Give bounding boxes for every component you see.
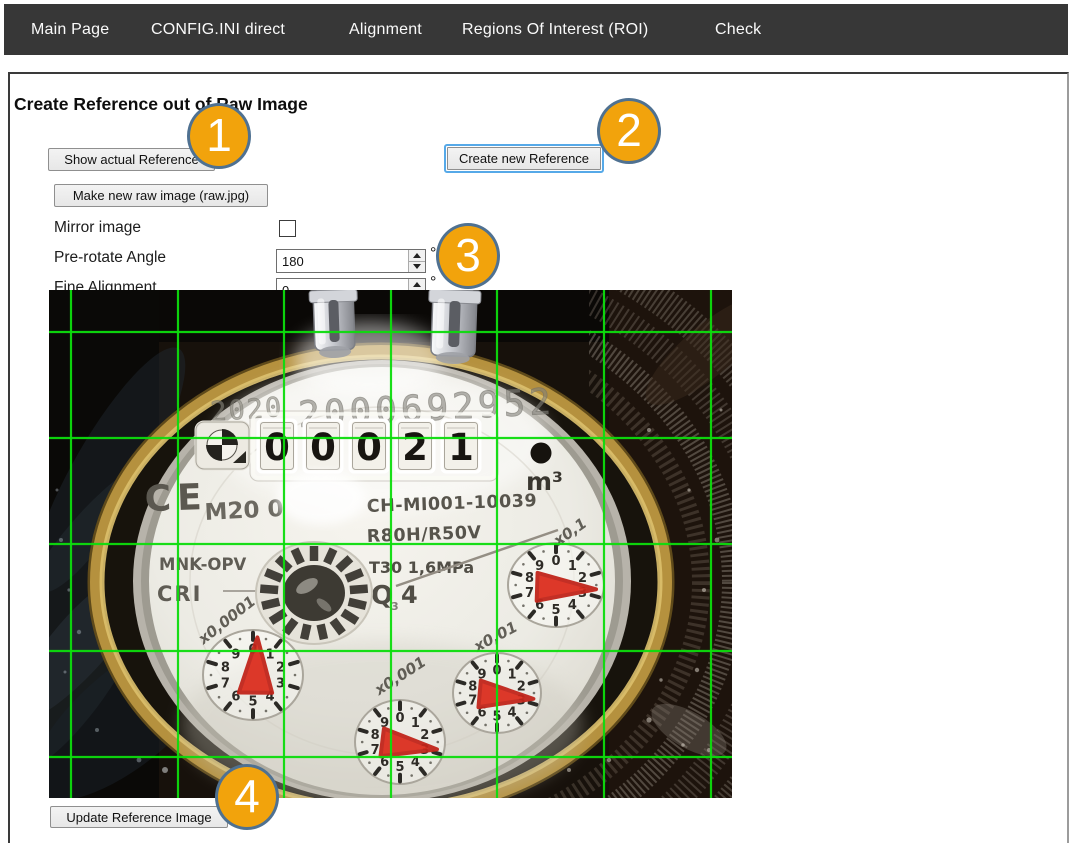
flow-sub: 3 (391, 600, 399, 613)
prerotate-spin-up-button[interactable] (409, 250, 425, 261)
top-nav: Main Page CONFIG.INI direct Alignment Re… (4, 4, 1068, 55)
callout-3: 3 (436, 223, 500, 289)
clip-left (309, 290, 359, 359)
prerotate-angle-label: Pre-rotate Angle (54, 249, 166, 267)
svg-text:8: 8 (371, 728, 380, 743)
nav-main-page[interactable]: Main Page (31, 21, 109, 39)
clip-right (427, 290, 482, 365)
update-reference-image-button[interactable]: Update Reference Image (50, 806, 228, 828)
callout-1: 1 (187, 103, 251, 169)
nav-roi[interactable]: Regions Of Interest (ROI) (462, 21, 648, 39)
svg-text:5: 5 (395, 760, 404, 775)
svg-text:4: 4 (507, 705, 516, 720)
mirror-image-label: Mirror image (54, 219, 141, 237)
svg-text:0: 0 (264, 426, 290, 469)
svg-text:1: 1 (266, 647, 275, 662)
decimal-dot (531, 443, 552, 464)
page-title: Create Reference out of Raw Image (14, 94, 308, 115)
reference-image-preview: 2020 2000692952 00021 m³ CE M20 0 CH-MI0… (49, 290, 732, 798)
svg-text:7: 7 (525, 586, 534, 601)
ce-mark: CE (144, 477, 208, 520)
arrow-up-icon (413, 282, 421, 287)
nav-config-ini[interactable]: CONFIG.INI direct (151, 21, 285, 39)
svg-text:9: 9 (231, 647, 240, 662)
prerotate-angle-value: 180 (277, 250, 408, 272)
callout-2: 2 (597, 98, 661, 164)
svg-text:1: 1 (568, 559, 577, 574)
arrow-down-icon (413, 264, 421, 269)
svg-text:5: 5 (551, 603, 560, 618)
nav-alignment[interactable]: Alignment (349, 21, 422, 39)
svg-text:8: 8 (221, 660, 230, 675)
svg-text:7: 7 (371, 743, 380, 758)
make-new-raw-image-button[interactable]: Make new raw image (raw.jpg) (54, 184, 268, 207)
callout-4: 4 (215, 764, 279, 830)
mirror-image-checkbox[interactable] (279, 220, 296, 237)
svg-text:4: 4 (568, 598, 577, 613)
svg-text:0: 0 (395, 711, 404, 726)
prerotate-spinner (408, 250, 425, 272)
svg-text:0: 0 (356, 426, 382, 469)
svg-text:2: 2 (420, 728, 429, 743)
svg-text:7: 7 (221, 677, 230, 692)
prerotate-angle-input[interactable]: 180 (276, 249, 426, 273)
svg-text:1: 1 (507, 668, 516, 683)
rating-label: T30 1,6MPa (369, 558, 474, 577)
svg-text:8: 8 (525, 571, 534, 586)
svg-text:8: 8 (468, 679, 477, 694)
create-new-reference-focus-ring: Create new Reference (444, 144, 604, 173)
svg-text:0: 0 (310, 426, 336, 469)
approval-label: M20 0 (204, 496, 284, 526)
flow-value: 4 (401, 581, 418, 609)
impeller (256, 542, 372, 644)
fine-spin-up-button[interactable] (409, 279, 425, 290)
svg-text:7: 7 (468, 694, 477, 709)
svg-text:1: 1 (411, 716, 420, 731)
brand2-label: CRI (157, 582, 202, 606)
nav-check[interactable]: Check (715, 21, 761, 39)
brand-label: MNK-OPV (159, 555, 247, 574)
flow-q: Q (371, 581, 393, 611)
svg-text:2: 2 (402, 426, 428, 469)
svg-text:5: 5 (248, 695, 257, 710)
prerotate-spin-down-button[interactable] (409, 261, 425, 273)
screen: Main Page CONFIG.INI direct Alignment Re… (0, 0, 1072, 843)
svg-text:0: 0 (551, 554, 560, 569)
arrow-up-icon (413, 253, 421, 258)
create-new-reference-button[interactable]: Create new Reference (447, 147, 601, 170)
svg-text:1: 1 (448, 426, 474, 469)
